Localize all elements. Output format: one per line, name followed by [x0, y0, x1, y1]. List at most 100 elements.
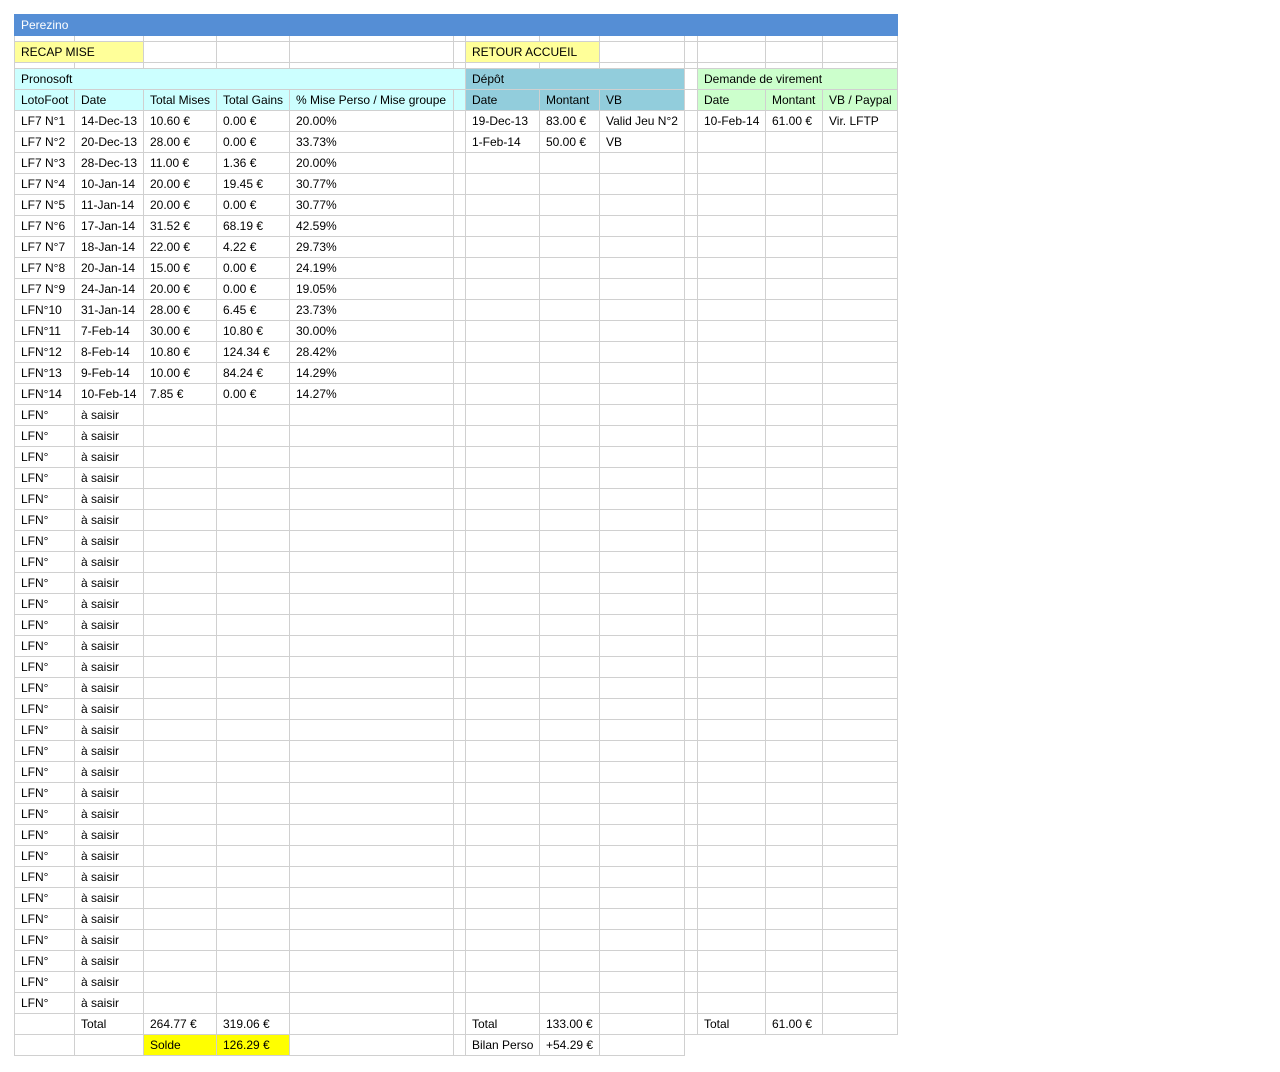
virement-cell[interactable] — [765, 656, 823, 678]
pronosoft-cell[interactable]: LFN° — [14, 929, 75, 951]
spacer-cell[interactable] — [684, 110, 698, 132]
pronosoft-cell[interactable]: 24.19% — [289, 257, 454, 279]
virement-cell[interactable] — [765, 551, 823, 573]
pronosoft-cell[interactable] — [216, 530, 290, 552]
virement-cell[interactable] — [765, 530, 823, 552]
pronosoft-cell[interactable]: à saisir — [74, 593, 144, 615]
virement-cell[interactable] — [697, 803, 766, 825]
virement-cell[interactable] — [822, 236, 898, 258]
depot-cell[interactable] — [599, 656, 685, 678]
depot-cell[interactable] — [599, 866, 685, 888]
depot-cell[interactable] — [465, 782, 540, 804]
virement-cell[interactable] — [697, 572, 766, 594]
pronosoft-cell[interactable]: 31-Jan-14 — [74, 299, 144, 321]
virement-cell[interactable]: 61.00 € — [765, 110, 823, 132]
pronosoft-cell[interactable]: 8-Feb-14 — [74, 341, 144, 363]
spacer-cell[interactable] — [453, 929, 466, 951]
pronosoft-cell[interactable]: 30.00 € — [143, 320, 217, 342]
spacer-cell[interactable] — [684, 782, 698, 804]
virement-cell[interactable] — [697, 887, 766, 909]
pronosoft-cell[interactable] — [143, 761, 217, 783]
spacer-cell[interactable] — [453, 971, 466, 993]
spacer-cell[interactable] — [453, 320, 466, 342]
pronosoft-cell[interactable] — [216, 614, 290, 636]
virement-cell[interactable]: Vir. LFTP — [822, 110, 898, 132]
pronosoft-cell[interactable]: 17-Jan-14 — [74, 215, 144, 237]
virement-cell[interactable] — [697, 131, 766, 153]
virement-cell[interactable] — [765, 635, 823, 657]
pronosoft-cell[interactable]: 20.00% — [289, 152, 454, 174]
pronosoft-cell[interactable] — [143, 866, 217, 888]
pronosoft-cell[interactable] — [143, 950, 217, 972]
spacer-cell[interactable] — [684, 257, 698, 279]
pronosoft-cell[interactable]: 0.00 € — [216, 131, 290, 153]
pronosoft-cell[interactable] — [216, 824, 290, 846]
pronosoft-cell[interactable]: LF7 N°8 — [14, 257, 75, 279]
depot-cell[interactable] — [465, 866, 540, 888]
pronosoft-cell[interactable]: 10.80 € — [216, 320, 290, 342]
spacer-cell[interactable] — [684, 992, 698, 1014]
pronosoft-cell[interactable]: 20.00% — [289, 110, 454, 132]
depot-cell[interactable] — [539, 467, 600, 489]
depot-cell[interactable] — [599, 194, 685, 216]
pronosoft-cell[interactable]: à saisir — [74, 404, 144, 426]
pronosoft-cell[interactable] — [216, 677, 290, 699]
pronosoft-cell[interactable]: 84.24 € — [216, 362, 290, 384]
virement-cell[interactable] — [822, 992, 898, 1014]
depot-cell[interactable] — [465, 509, 540, 531]
virement-cell[interactable] — [697, 593, 766, 615]
virement-cell[interactable] — [697, 404, 766, 426]
virement-cell[interactable] — [822, 530, 898, 552]
spacer-cell[interactable] — [453, 887, 466, 909]
pronosoft-cell[interactable]: à saisir — [74, 446, 144, 468]
depot-cell[interactable] — [539, 698, 600, 720]
depot-cell[interactable] — [465, 992, 540, 1014]
depot-cell[interactable] — [599, 698, 685, 720]
depot-cell[interactable] — [599, 992, 685, 1014]
pronosoft-cell[interactable] — [143, 551, 217, 573]
depot-cell[interactable] — [465, 950, 540, 972]
bilan-perso-label[interactable]: Bilan Perso — [465, 1034, 540, 1056]
sheet-cell[interactable] — [453, 1034, 466, 1056]
depot-cell[interactable] — [599, 677, 685, 699]
recap-mise-button[interactable]: RECAP MISE — [14, 41, 144, 63]
virement-cell[interactable] — [697, 320, 766, 342]
pronosoft-cell[interactable]: LFN°14 — [14, 383, 75, 405]
pronosoft-cell[interactable] — [289, 992, 454, 1014]
spacer-cell[interactable] — [453, 131, 466, 153]
spacer-cell[interactable] — [453, 341, 466, 363]
pronosoft-cell[interactable] — [289, 551, 454, 573]
pronosoft-cell[interactable] — [216, 467, 290, 489]
spacer-cell[interactable] — [453, 530, 466, 552]
pronosoft-cell[interactable] — [289, 446, 454, 468]
depot-cell[interactable] — [539, 404, 600, 426]
pronosoft-cell[interactable]: 14.29% — [289, 362, 454, 384]
spacer-cell[interactable] — [684, 194, 698, 216]
depot-cell[interactable] — [599, 509, 685, 531]
virement-cell[interactable] — [697, 845, 766, 867]
depot-cell[interactable] — [599, 593, 685, 615]
spacer-cell[interactable] — [684, 656, 698, 678]
pronosoft-cell[interactable] — [289, 656, 454, 678]
depot-cell[interactable] — [539, 362, 600, 384]
pronosoft-cell[interactable] — [143, 845, 217, 867]
depot-cell[interactable] — [599, 635, 685, 657]
depot-cell[interactable] — [599, 404, 685, 426]
virement-cell[interactable] — [822, 173, 898, 195]
pronosoft-cell[interactable]: à saisir — [74, 929, 144, 951]
spacer-cell[interactable] — [684, 341, 698, 363]
virement-cell[interactable] — [697, 467, 766, 489]
spacer-cell[interactable] — [453, 446, 466, 468]
virement-cell[interactable] — [822, 740, 898, 762]
spacer-cell[interactable] — [684, 530, 698, 552]
pronosoft-cell[interactable]: LFN° — [14, 593, 75, 615]
virement-cell[interactable] — [697, 740, 766, 762]
spacer-cell[interactable] — [684, 698, 698, 720]
pronosoft-total-mises[interactable]: 264.77 € — [143, 1013, 217, 1035]
pronosoft-cell[interactable]: à saisir — [74, 761, 144, 783]
virement-cell[interactable] — [822, 131, 898, 153]
virement-cell[interactable] — [822, 719, 898, 741]
spacer-cell[interactable] — [684, 593, 698, 615]
pronosoft-cell[interactable] — [216, 635, 290, 657]
pronosoft-cell[interactable]: à saisir — [74, 782, 144, 804]
